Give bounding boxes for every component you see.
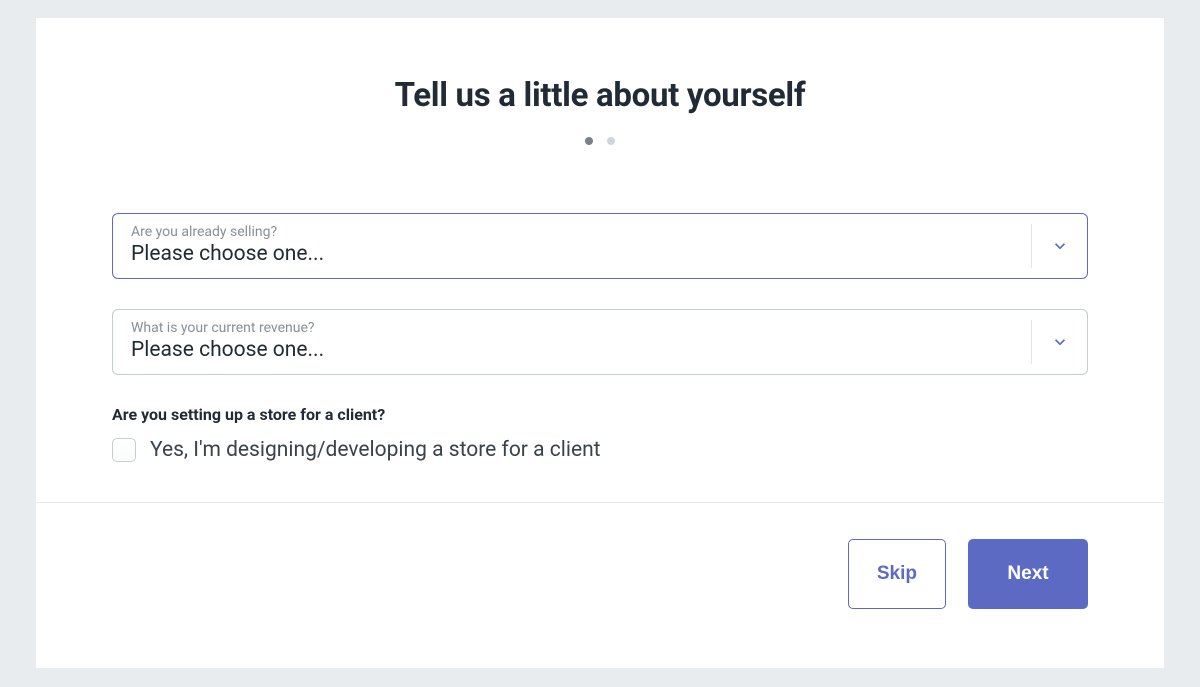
selling-select-label: Are you already selling?	[131, 224, 1027, 240]
client-checkbox-row: Yes, I'm designing/developing a store fo…	[112, 438, 1088, 462]
revenue-select-label: What is your current revenue?	[131, 320, 1027, 336]
page-title: Tell us a little about yourself	[36, 76, 1164, 115]
form-body: Are you already selling? Please choose o…	[36, 145, 1164, 462]
next-button[interactable]: Next	[968, 539, 1088, 609]
step-dot-2	[607, 137, 615, 145]
chevron-down-icon	[1031, 224, 1087, 268]
chevron-down-icon	[1031, 320, 1087, 364]
selling-select-value: Please choose one...	[131, 242, 324, 266]
client-checkbox[interactable]	[112, 438, 136, 462]
onboarding-card: Tell us a little about yourself Are you …	[36, 18, 1164, 668]
client-checkbox-label: Yes, I'm designing/developing a store fo…	[150, 438, 601, 462]
revenue-select-value: Please choose one...	[131, 338, 324, 362]
client-question-block: Are you setting up a store for a client?…	[112, 405, 1088, 462]
step-dot-1	[585, 137, 593, 145]
header: Tell us a little about yourself	[36, 18, 1164, 145]
selling-select[interactable]: Are you already selling? Please choose o…	[112, 213, 1088, 279]
footer: Skip Next	[36, 503, 1164, 645]
revenue-select[interactable]: What is your current revenue? Please cho…	[112, 309, 1088, 375]
client-question-label: Are you setting up a store for a client?	[112, 405, 1088, 424]
skip-button[interactable]: Skip	[848, 539, 946, 609]
step-indicator	[36, 137, 1164, 145]
